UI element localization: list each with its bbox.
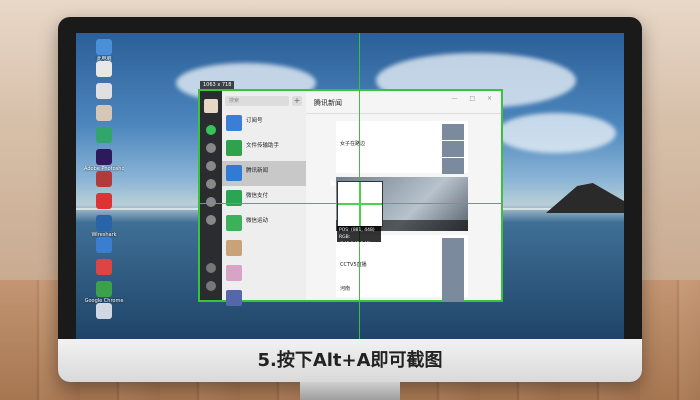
chat-list-item[interactable]: 微信支付 bbox=[222, 186, 306, 211]
chat-list: 搜索 + 订阅号文件传输助手 腾讯新闻微信支付微信运动 bbox=[222, 91, 306, 306]
caption: 5.按下Alt+A即可截图 bbox=[257, 350, 443, 371]
screenshot-magnifier bbox=[337, 181, 383, 227]
chat-avatar bbox=[226, 165, 242, 181]
monitor-stand bbox=[300, 382, 400, 400]
news-card[interactable]: 女子在路边 bbox=[336, 121, 468, 174]
phone-icon[interactable] bbox=[206, 263, 216, 273]
app-icon bbox=[96, 171, 112, 187]
favorites-icon[interactable] bbox=[206, 161, 216, 171]
wechat-sidebar bbox=[200, 91, 222, 300]
desktop-icon[interactable] bbox=[84, 237, 124, 254]
app-icon bbox=[96, 259, 112, 275]
chat-list-item[interactable]: 订阅号 bbox=[222, 111, 306, 136]
folder-icon[interactable] bbox=[206, 179, 216, 189]
photoshop-icon bbox=[96, 149, 112, 165]
news-headline: 女子在路边 bbox=[340, 141, 366, 147]
news-thumbnail bbox=[442, 158, 464, 174]
app-icon bbox=[96, 127, 112, 143]
pos-readout: POS: (881, 448) bbox=[339, 228, 375, 233]
divider bbox=[306, 113, 501, 114]
cloud bbox=[496, 113, 616, 153]
chat-list-item[interactable]: 腾讯新闻 bbox=[222, 161, 306, 186]
document-icon bbox=[96, 83, 112, 99]
news-headline: CCTV5直播 bbox=[340, 262, 367, 268]
magnifier-horizontal-line bbox=[338, 203, 382, 205]
desktop-icon[interactable] bbox=[84, 105, 124, 122]
chat-name: 微信支付 bbox=[246, 193, 269, 199]
news-thumbnail bbox=[442, 286, 464, 302]
chat-name: 文件传输助手 bbox=[246, 143, 280, 149]
avatar-icon bbox=[96, 105, 112, 121]
monitor: 此电脑 Adobe Photoshop Wireshark Google Chrome… bbox=[58, 17, 642, 382]
desktop-icon[interactable] bbox=[84, 303, 124, 320]
chat-title: 腾讯新闻 bbox=[314, 99, 342, 107]
chat-avatar bbox=[226, 265, 242, 281]
app-icon bbox=[96, 193, 112, 209]
desktop-screen: 此电脑 Adobe Photoshop Wireshark Google Chrome… bbox=[76, 33, 624, 339]
desktop-icon[interactable] bbox=[84, 127, 124, 144]
recycle-bin-icon bbox=[96, 303, 112, 319]
chat-name: 订阅号 bbox=[246, 118, 263, 124]
chat-avatar bbox=[226, 240, 242, 256]
avatar[interactable] bbox=[204, 99, 218, 113]
wireshark-icon bbox=[96, 215, 112, 231]
chat-list-item[interactable]: 微信运动 bbox=[222, 211, 306, 236]
window-buttons[interactable]: — □ × bbox=[451, 95, 497, 102]
desktop-icon-column: 此电脑 Adobe Photoshop Wireshark Google Chrome bbox=[76, 33, 124, 339]
desktop-icon[interactable] bbox=[84, 61, 124, 78]
chat-name: 微信运动 bbox=[246, 218, 269, 224]
news-thumbnail bbox=[442, 141, 464, 157]
magnifier-info: POS: (881, 448) RGB: (245,245,245) bbox=[337, 226, 381, 247]
chrome-icon bbox=[96, 281, 112, 297]
chat-name: 腾讯新闻 bbox=[246, 168, 269, 174]
contacts-icon[interactable] bbox=[206, 143, 216, 153]
desktop-icon[interactable]: Google Chrome bbox=[84, 281, 124, 304]
document-icon bbox=[96, 61, 112, 77]
desktop-icon[interactable]: Adobe Photoshop bbox=[84, 149, 124, 172]
moments-icon[interactable] bbox=[206, 197, 216, 207]
computer-icon bbox=[96, 39, 112, 55]
chat-avatar bbox=[226, 290, 242, 306]
desktop-icon[interactable] bbox=[84, 259, 124, 276]
desktop-icon[interactable]: Wireshark bbox=[84, 215, 124, 238]
chat-list-item[interactable] bbox=[222, 286, 306, 311]
chat-avatar bbox=[226, 115, 242, 131]
news-headline: 河南 bbox=[340, 286, 351, 292]
selection-size-tip: 1063 x 718 bbox=[200, 81, 235, 89]
gear-icon[interactable] bbox=[206, 215, 216, 225]
search-input[interactable]: 搜索 bbox=[225, 96, 289, 106]
desktop-icon[interactable]: 此电脑 bbox=[84, 39, 124, 62]
chat-avatar bbox=[226, 140, 242, 156]
desktop-icon[interactable] bbox=[84, 83, 124, 100]
desktop-icon[interactable] bbox=[84, 171, 124, 188]
chat-list-item[interactable] bbox=[222, 236, 306, 261]
chat-avatar bbox=[226, 215, 242, 231]
menu-icon[interactable] bbox=[206, 281, 216, 291]
add-button[interactable]: + bbox=[292, 96, 302, 106]
monitor-chin: 5.按下Alt+A即可截图 bbox=[58, 339, 642, 382]
news-thumbnail bbox=[442, 124, 464, 140]
app-icon bbox=[96, 237, 112, 253]
desktop-icon[interactable] bbox=[84, 193, 124, 210]
rock-formation bbox=[546, 183, 624, 213]
rgb-readout: RGB: (245,245,245) bbox=[339, 235, 372, 247]
chat-list-item[interactable]: 文件传输助手 bbox=[222, 136, 306, 161]
chat-icon[interactable] bbox=[206, 125, 216, 135]
chat-list-item[interactable] bbox=[222, 261, 306, 286]
chat-pane: 腾讯新闻 — □ × 女子在路边 CCTV5直播 河南 bbox=[306, 91, 501, 302]
